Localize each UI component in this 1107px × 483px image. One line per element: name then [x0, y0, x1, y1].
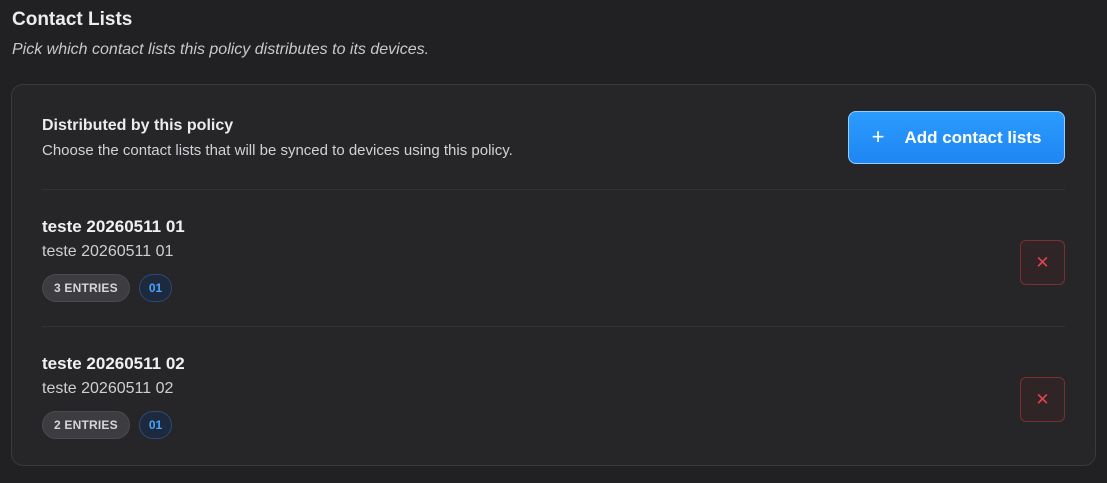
list-item-subtitle: teste 20260511 01 — [42, 243, 174, 260]
list-item: teste 20260511 01 teste 20260511 01 3 EN… — [42, 216, 1065, 336]
plus-icon: + — [871, 123, 885, 149]
close-icon: ✕ — [1035, 253, 1050, 272]
list-item-badges: 3 ENTRIES 01 — [42, 274, 173, 302]
card-heading: Distributed by this policy — [42, 117, 234, 134]
code-badge: 01 — [138, 274, 173, 302]
entries-badge: 2 ENTRIES — [42, 411, 130, 439]
card-header: Distributed by this policy Choose the co… — [42, 109, 1065, 189]
add-contact-lists-button[interactable]: + Add contact lists — [848, 111, 1065, 164]
remove-list-button[interactable]: ✕ — [1020, 377, 1065, 422]
section-title: Contact Lists — [12, 9, 133, 30]
list-item: teste 20260511 02 teste 20260511 02 2 EN… — [42, 353, 1065, 473]
divider — [42, 189, 1065, 190]
list-item-title: teste 20260511 02 — [42, 354, 185, 373]
close-icon: ✕ — [1035, 390, 1050, 409]
entries-badge: 3 ENTRIES — [42, 274, 130, 302]
add-contact-lists-label: Add contact lists — [904, 127, 1042, 147]
card-description: Choose the contact lists that will be sy… — [42, 142, 513, 159]
contact-lists-page: Contact Lists Pick which contact lists t… — [0, 0, 1107, 483]
list-item-subtitle: teste 20260511 02 — [42, 380, 174, 397]
section-subtitle: Pick which contact lists this policy dis… — [12, 41, 430, 58]
list-item-badges: 2 ENTRIES 01 — [42, 411, 173, 439]
code-badge: 01 — [138, 411, 173, 439]
divider — [42, 326, 1065, 327]
distribution-card: Distributed by this policy Choose the co… — [11, 84, 1096, 466]
list-item-title: teste 20260511 01 — [42, 217, 185, 236]
remove-list-button[interactable]: ✕ — [1020, 240, 1065, 285]
